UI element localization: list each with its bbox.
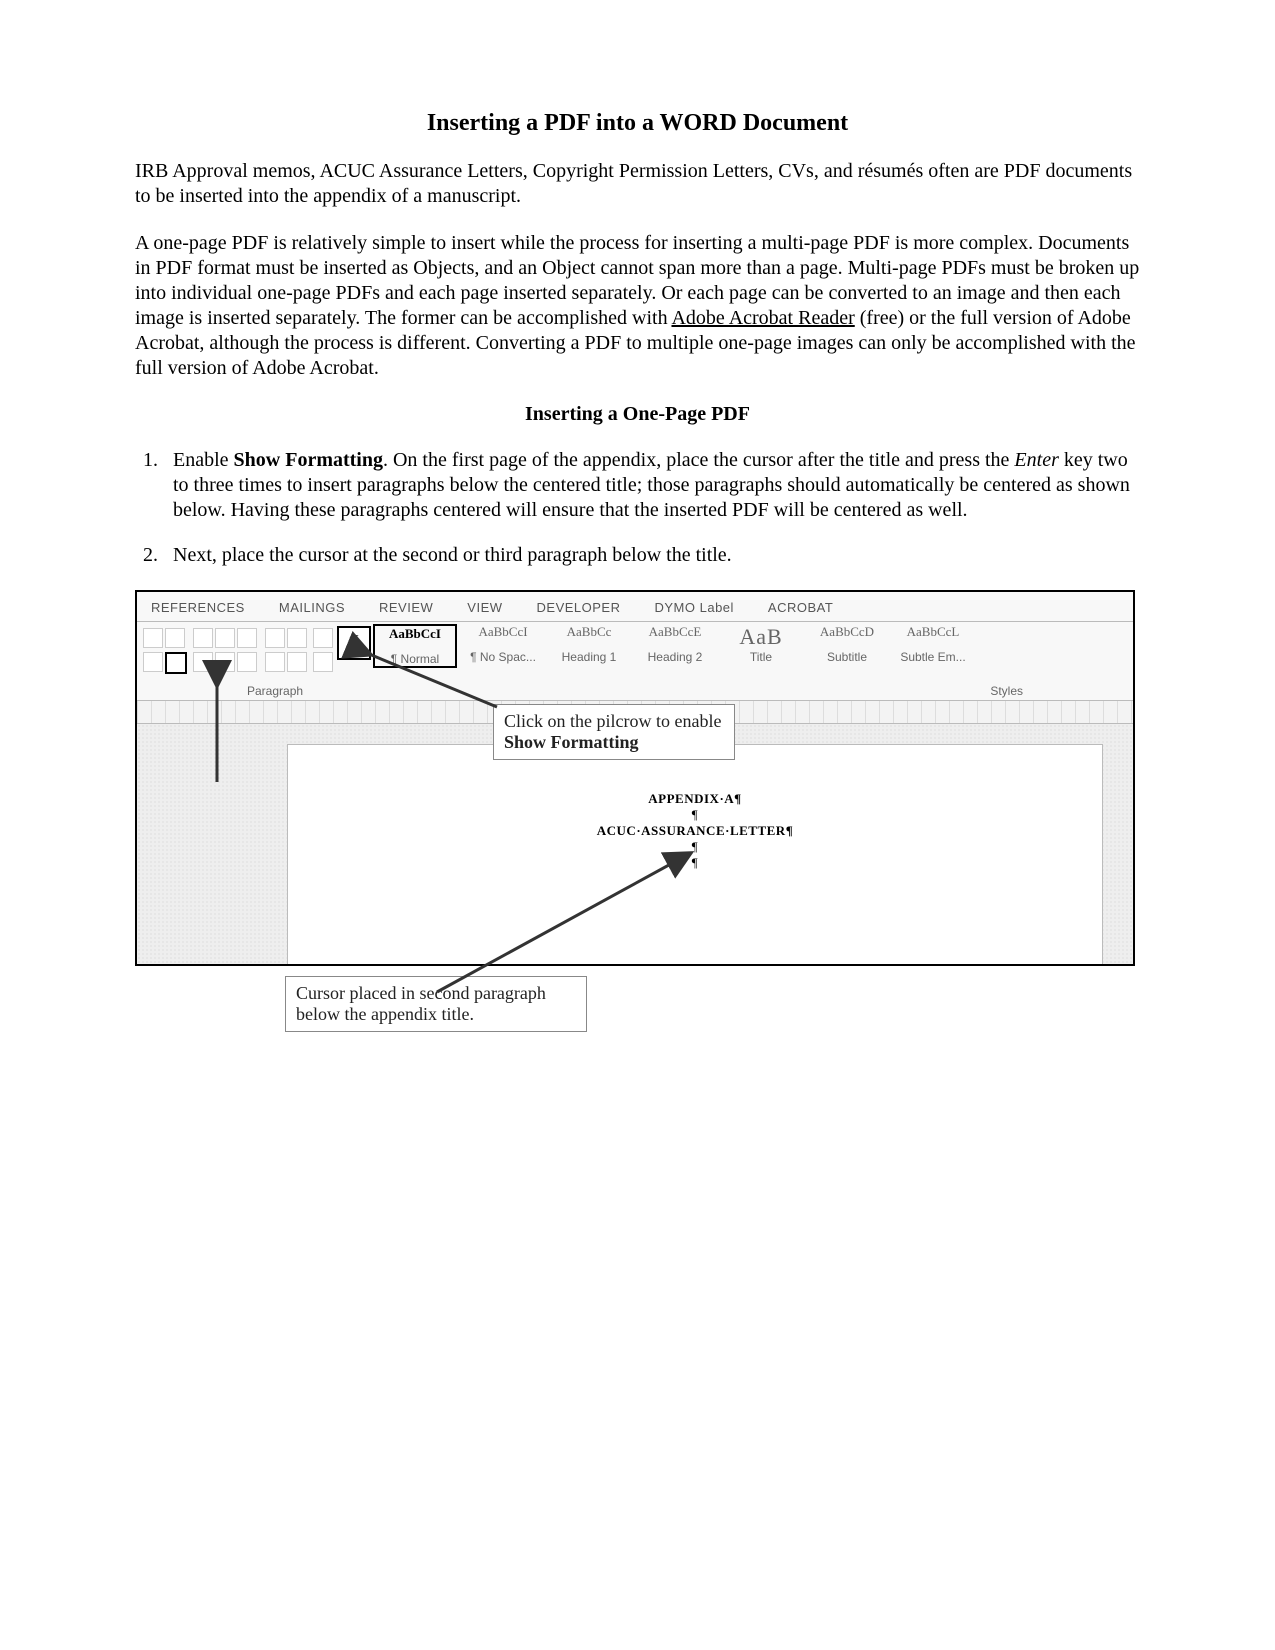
justify-icon[interactable] [237,652,257,672]
align-right-icon[interactable] [215,652,235,672]
style-title-label: Title [721,650,801,664]
doc-line-3: ACUC·ASSURANCE·LETTER¶ [288,823,1102,839]
style-normal-label: ¶ Normal [375,652,455,666]
steps-list: Enable Show Formatting. On the first pag… [135,448,1140,568]
pilcrow-callout-b: Show Formatting [504,732,639,752]
ribbon-tabs: REFERENCES MAILINGS REVIEW VIEW DEVELOPE… [137,592,1133,622]
step-1: Enable Show Formatting. On the first pag… [163,448,1140,523]
document-area: APPENDIX·A¶ ¶ ACUC·ASSURANCE·LETTER¶ ¶ ¶ [137,724,1133,964]
step1-italic: Enter [1014,449,1058,471]
step1-bold: Show Formatting [234,449,383,471]
tab-developer[interactable]: DEVELOPER [537,600,621,615]
tab-references[interactable]: REFERENCES [151,600,245,615]
tab-acrobat[interactable]: ACROBAT [768,600,833,615]
tab-view[interactable]: VIEW [467,600,502,615]
tab-dymo[interactable]: DYMO Label [655,600,734,615]
style-title-preview: AaB [721,624,801,650]
doc-line-1: APPENDIX·A¶ [288,791,1102,807]
pilcrow-callout: Click on the pilcrow to enable Show Form… [493,704,735,760]
style-nospacing[interactable]: AaBbCcI ¶ No Spac... [463,624,543,664]
style-subtitle-preview: AaBbCcD [807,624,887,650]
align-center-icon[interactable] [165,652,187,674]
font-color-icon[interactable] [143,652,163,672]
style-subtleem-preview: AaBbCcL [893,624,973,650]
style-subtleem[interactable]: AaBbCcL Subtle Em... [893,624,973,664]
step-2: Next, place the cursor at the second or … [163,543,1140,568]
style-heading2[interactable]: AaBbCcE Heading 2 [635,624,715,664]
step1-b: . On the first page of the appendix, pla… [383,449,1014,471]
decrease-indent-icon[interactable] [265,628,285,648]
increase-indent-icon[interactable] [287,628,307,648]
align-left-icon[interactable] [193,652,213,672]
section-subtitle: Inserting a One-Page PDF [135,403,1140,426]
group-styles-label: Styles [990,684,1023,698]
show-formatting-button[interactable]: ¶ [337,626,371,660]
document-page: APPENDIX·A¶ ¶ ACUC·ASSURANCE·LETTER¶ ¶ ¶ [287,744,1103,964]
page-title: Inserting a PDF into a WORD Document [135,110,1140,137]
style-heading1-preview: AaBbCc [549,624,629,650]
styles-gallery: AaBbCcI ¶ Normal AaBbCcI ¶ No Spac... Aa… [373,624,1129,668]
tab-mailings[interactable]: MAILINGS [279,600,345,615]
style-heading1-label: Heading 1 [549,650,629,664]
tab-review[interactable]: REVIEW [379,600,433,615]
style-normal-preview: AaBbCcI [375,626,455,652]
style-heading1[interactable]: AaBbCc Heading 1 [549,624,629,664]
style-title[interactable]: AaB Title [721,624,801,664]
style-subtitle[interactable]: AaBbCcD Subtitle [807,624,887,664]
font-dropdown-icon[interactable] [143,628,163,648]
style-nospacing-preview: AaBbCcI [463,624,543,650]
style-subtitle-label: Subtitle [807,650,887,664]
step1-a: Enable [173,449,234,471]
doc-line-4: ¶ [288,839,1102,855]
adobe-reader-link[interactable]: Adobe Acrobat Reader [671,307,854,329]
style-nospacing-label: ¶ No Spac... [463,650,543,664]
doc-cursor-mark: ¶ [288,855,1102,871]
cursor-callout: Cursor placed in second paragraph below … [285,976,587,1032]
multilevel-list-icon[interactable] [237,628,257,648]
style-subtleem-label: Subtle Em... [893,650,973,664]
style-heading2-preview: AaBbCcE [635,624,715,650]
line-spacing-icon[interactable] [265,652,285,672]
bullets-icon[interactable] [193,628,213,648]
word-screenshot: REFERENCES MAILINGS REVIEW VIEW DEVELOPE… [135,590,1135,966]
borders-icon[interactable] [313,652,333,672]
numbering-icon[interactable] [215,628,235,648]
doc-line-2: ¶ [288,807,1102,823]
ribbon-body: ¶ Paragraph AaBbCcI ¶ Normal AaBbCcI ¶ N… [137,622,1133,701]
shading-icon[interactable] [287,652,307,672]
intro-paragraph-2: A one-page PDF is relatively simple to i… [135,231,1140,381]
sort-icon[interactable] [313,628,333,648]
pilcrow-callout-a: Click on the pilcrow to enable [504,711,721,731]
style-normal[interactable]: AaBbCcI ¶ Normal [373,624,457,668]
format-painter-icon[interactable] [165,628,185,648]
intro-paragraph-1: IRB Approval memos, ACUC Assurance Lette… [135,159,1140,209]
style-heading2-label: Heading 2 [635,650,715,664]
group-paragraph-label: Paragraph [247,684,303,698]
